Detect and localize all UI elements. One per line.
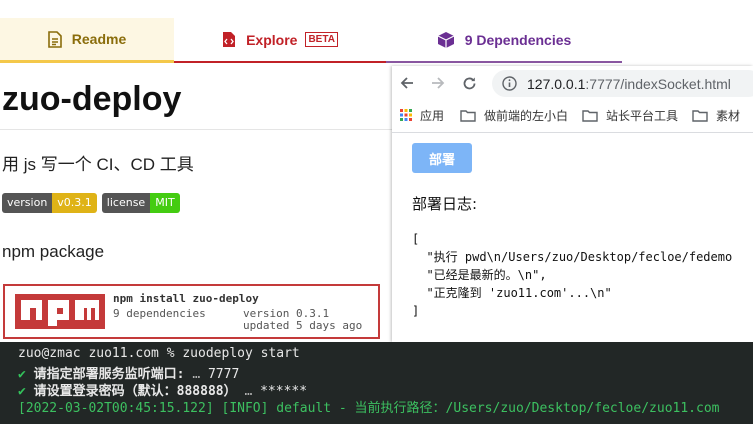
updated-time: updated 5 days ago — [243, 319, 363, 332]
tab-dependencies-label: 9 Dependencies — [464, 31, 572, 48]
license-badge-label: license — [101, 193, 151, 213]
beta-badge: BETA — [305, 32, 338, 47]
tab-explore[interactable]: Explore BETA — [174, 18, 386, 63]
package-title: zuo-deploy — [2, 80, 182, 118]
bookmark-folder-2[interactable]: 站长平台工具 — [582, 107, 678, 124]
info-icon[interactable] — [502, 76, 517, 91]
url-text: 127.0.0.1:7777/indexSocket.html — [527, 76, 731, 92]
log-line: ] — [412, 304, 420, 318]
back-arrow-icon[interactable] — [398, 74, 416, 92]
address-bar[interactable]: 127.0.0.1:7777/indexSocket.html — [492, 70, 753, 97]
title-divider — [0, 129, 392, 130]
tab-readme[interactable]: Readme — [0, 18, 174, 63]
forward-arrow-icon[interactable] — [429, 74, 447, 92]
version-badge[interactable]: version v0.3.1 — [2, 193, 97, 213]
install-command[interactable]: npm install zuo-deploy — [113, 292, 259, 305]
log-line: [ — [412, 232, 420, 246]
reload-icon[interactable] — [460, 74, 478, 92]
file-code-icon — [222, 31, 236, 48]
browser-toolbar: 127.0.0.1:7777/indexSocket.html — [392, 66, 753, 100]
npm-package-heading: npm package — [2, 242, 105, 261]
terminal-prompt-line: zuo@zmac zuo11.com % zuodeploy start — [18, 346, 300, 361]
bookmark-apps-label: 应用 — [420, 108, 445, 123]
bookmark-folder-1[interactable]: 做前端的左小白 — [460, 107, 568, 124]
box-icon — [437, 31, 455, 49]
tab-explore-label: Explore — [246, 31, 298, 48]
deploy-log-title: 部署日志: — [412, 195, 478, 213]
url-host: 127.0.0.1 — [527, 76, 586, 92]
npm-install-card[interactable]: npm install zuo-deploy 9 dependencies ve… — [3, 284, 380, 339]
folder-icon — [692, 109, 708, 122]
bookmark-folder-1-label: 做前端的左小白 — [484, 108, 569, 123]
deploy-button[interactable]: 部署 — [412, 143, 472, 173]
npm-logo-icon — [15, 294, 105, 329]
license-badge[interactable]: license MIT — [101, 193, 180, 213]
bookmark-folder-3-label: 素材 — [716, 108, 741, 123]
folder-icon — [460, 109, 476, 122]
deploy-log-output: [ "执行 pwd\n/Users/zuo/Desktop/fecloe/fed… — [412, 230, 732, 320]
bookmarks-bar: 应用 做前端的左小白 站长平台工具 素材 — [392, 102, 753, 128]
log-line: "已经是最新的。\n", — [412, 268, 547, 282]
terminal-panel[interactable]: zuo@zmac zuo11.com % zuodeploy start ✔ 请… — [0, 342, 753, 424]
version-badge-value: v0.3.1 — [52, 193, 97, 213]
package-description: 用 js 写一个 CI、CD 工具 — [2, 155, 194, 174]
bookmark-folder-2-label: 站长平台工具 — [606, 108, 679, 123]
badge-row: version v0.3.1 license MIT — [2, 193, 180, 213]
log-line: "执行 pwd\n/Users/zuo/Desktop/fecloe/fedem… — [412, 250, 733, 264]
version-badge-label: version — [2, 193, 53, 213]
tab-readme-label: Readme — [71, 31, 127, 47]
terminal-log-line: [2022-03-02T00:45:15.122] [INFO] default… — [18, 401, 720, 416]
document-icon — [47, 30, 62, 48]
url-path: :7777/indexSocket.html — [585, 76, 731, 92]
log-line: "正克隆到 'zuo11.com'...\n" — [412, 286, 612, 300]
browser-window: 127.0.0.1:7777/indexSocket.html 应用 做前端的左… — [392, 66, 753, 342]
bookmark-apps[interactable]: 应用 — [400, 107, 444, 124]
package-tabs: Readme Explore BETA 9 Dependencies — [0, 18, 753, 63]
tab-dependencies[interactable]: 9 Dependencies — [386, 18, 622, 63]
license-badge-value: MIT — [150, 193, 180, 213]
dependency-count: 9 dependencies — [113, 307, 206, 320]
apps-grid-icon — [400, 109, 412, 121]
bookmarks-divider — [392, 132, 753, 133]
bookmark-folder-3[interactable]: 素材 — [692, 107, 740, 124]
folder-icon — [582, 109, 598, 122]
